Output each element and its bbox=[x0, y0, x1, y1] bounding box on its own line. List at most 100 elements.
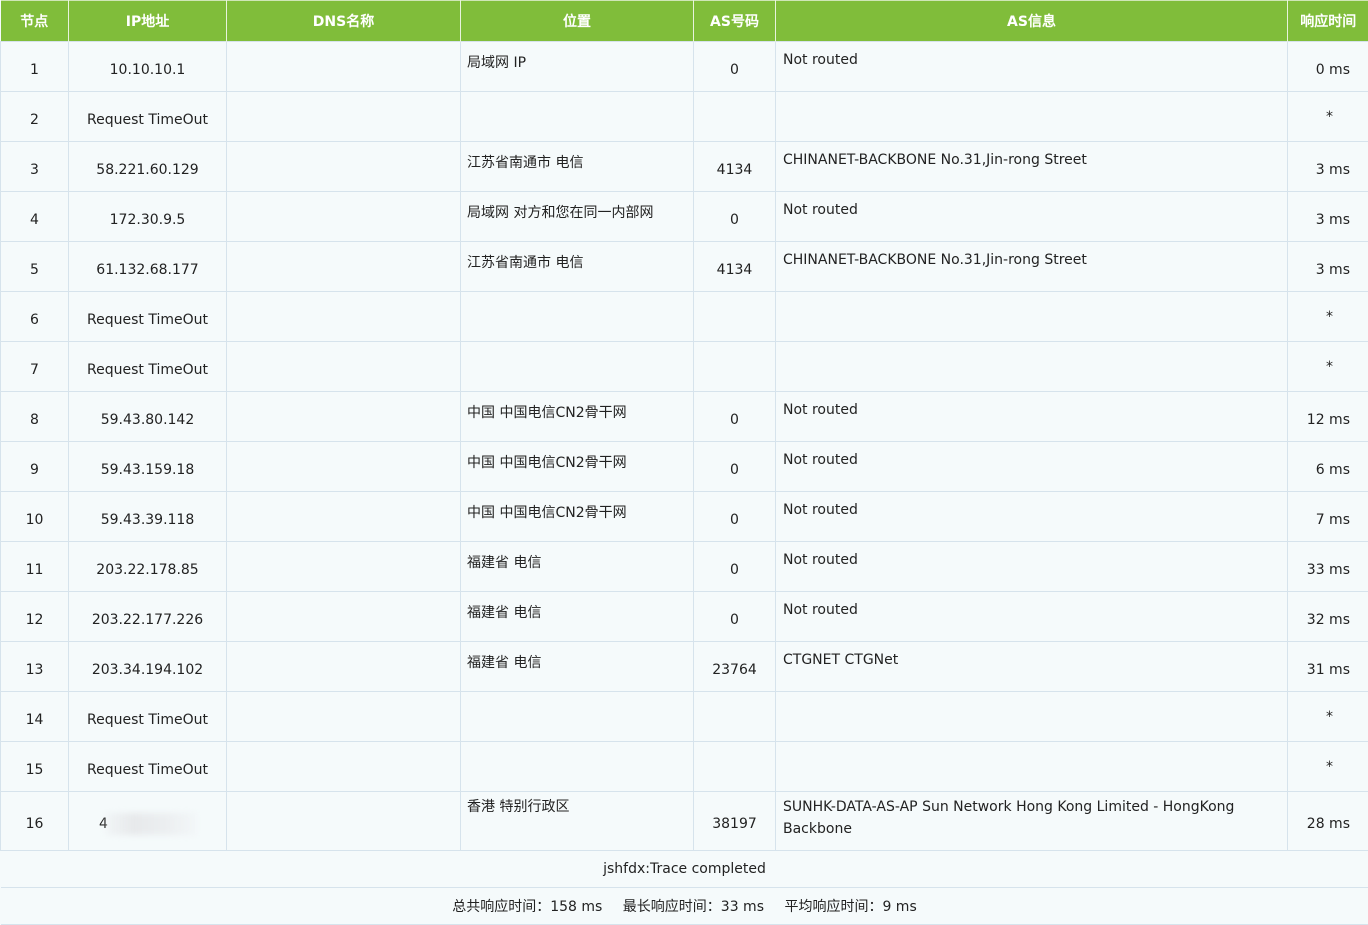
table-row: 12203.22.177.226福建省 电信0Not routed32 ms bbox=[1, 592, 1368, 642]
cell-location: 江苏省南通市 电信 bbox=[461, 142, 694, 192]
cell-dns bbox=[227, 542, 461, 592]
header-hop: 节点 bbox=[1, 1, 69, 42]
cell-location bbox=[461, 742, 694, 792]
cell-dns bbox=[227, 642, 461, 692]
cell-asn: 4134 bbox=[694, 242, 776, 292]
cell-ip: Request TimeOut bbox=[69, 342, 227, 392]
cell-asn: 0 bbox=[694, 542, 776, 592]
cell-dns bbox=[227, 342, 461, 392]
cell-location: 香港 特别行政区 bbox=[461, 792, 694, 851]
cell-asn: 0 bbox=[694, 392, 776, 442]
cell-dns bbox=[227, 692, 461, 742]
cell-response-time: 6 ms bbox=[1288, 442, 1368, 492]
cell-asinfo bbox=[776, 742, 1288, 792]
cell-asn bbox=[694, 742, 776, 792]
table-row: 561.132.68.177江苏省南通市 电信4134CHINANET-BACK… bbox=[1, 242, 1368, 292]
cell-hop: 16 bbox=[1, 792, 69, 851]
cell-ip: 10.10.10.1 bbox=[69, 42, 227, 92]
cell-asinfo: SUNHK-DATA-AS-AP Sun Network Hong Kong L… bbox=[776, 792, 1288, 851]
cell-dns bbox=[227, 492, 461, 542]
cell-ip: 58.221.60.129 bbox=[69, 142, 227, 192]
cell-hop: 14 bbox=[1, 692, 69, 742]
summary: 总共响应时间：158 ms 最长响应时间：33 ms 平均响应时间：9 ms bbox=[1, 888, 1368, 925]
cell-hop: 7 bbox=[1, 342, 69, 392]
cell-hop: 5 bbox=[1, 242, 69, 292]
cell-asinfo: Not routed bbox=[776, 392, 1288, 442]
cell-location: 局域网 IP bbox=[461, 42, 694, 92]
cell-asn: 0 bbox=[694, 192, 776, 242]
cell-ip: 61.132.68.177 bbox=[69, 242, 227, 292]
cell-dns bbox=[227, 442, 461, 492]
header-response-time: 响应时间 bbox=[1288, 1, 1368, 42]
cell-response-time: 32 ms bbox=[1288, 592, 1368, 642]
cell-location: 中国 中国电信CN2骨干网 bbox=[461, 442, 694, 492]
cell-hop: 2 bbox=[1, 92, 69, 142]
cell-ip: 203.22.178.85 bbox=[69, 542, 227, 592]
traceroute-table: 节点 IP地址 DNS名称 位置 AS号码 AS信息 响应时间 110.10.1… bbox=[0, 0, 1368, 925]
cell-location: 中国 中国电信CN2骨干网 bbox=[461, 392, 694, 442]
cell-asinfo: Not routed bbox=[776, 542, 1288, 592]
cell-location bbox=[461, 342, 694, 392]
cell-hop: 15 bbox=[1, 742, 69, 792]
table-row: 2Request TimeOut* bbox=[1, 92, 1368, 142]
cell-response-time: 31 ms bbox=[1288, 642, 1368, 692]
cell-asinfo: CHINANET-BACKBONE No.31,Jin-rong Street bbox=[776, 142, 1288, 192]
cell-location bbox=[461, 292, 694, 342]
redaction-blur bbox=[106, 813, 196, 835]
trace-status: jshfdx:Trace completed bbox=[1, 851, 1368, 888]
cell-response-time: 12 ms bbox=[1288, 392, 1368, 442]
cell-location: 福建省 电信 bbox=[461, 542, 694, 592]
cell-dns bbox=[227, 42, 461, 92]
table-row: 164香港 特别行政区38197SUNHK-DATA-AS-AP Sun Net… bbox=[1, 792, 1368, 851]
cell-dns bbox=[227, 592, 461, 642]
cell-location: 福建省 电信 bbox=[461, 642, 694, 692]
cell-dns bbox=[227, 192, 461, 242]
cell-ip: Request TimeOut bbox=[69, 292, 227, 342]
cell-asinfo bbox=[776, 342, 1288, 392]
table-row: 959.43.159.18中国 中国电信CN2骨干网0Not routed6 m… bbox=[1, 442, 1368, 492]
table-row: 859.43.80.142中国 中国电信CN2骨干网0Not routed12 … bbox=[1, 392, 1368, 442]
cell-dns bbox=[227, 92, 461, 142]
cell-asinfo bbox=[776, 92, 1288, 142]
cell-asinfo: Not routed bbox=[776, 442, 1288, 492]
cell-asn: 0 bbox=[694, 442, 776, 492]
cell-asinfo: Not routed bbox=[776, 492, 1288, 542]
cell-location bbox=[461, 692, 694, 742]
cell-asn bbox=[694, 692, 776, 742]
cell-ip: 203.34.194.102 bbox=[69, 642, 227, 692]
header-ip: IP地址 bbox=[69, 1, 227, 42]
avg-time: 平均响应时间：9 ms bbox=[784, 899, 916, 915]
cell-asinfo: Not routed bbox=[776, 42, 1288, 92]
table-row: 6Request TimeOut * bbox=[1, 292, 1368, 342]
cell-response-time: * bbox=[1288, 292, 1368, 342]
cell-response-time: 3 ms bbox=[1288, 242, 1368, 292]
cell-ip: 4 bbox=[69, 792, 227, 851]
cell-response-time: * bbox=[1288, 692, 1368, 742]
header-asinfo: AS信息 bbox=[776, 1, 1288, 42]
cell-asn bbox=[694, 292, 776, 342]
cell-response-time: 0 ms bbox=[1288, 42, 1368, 92]
header-location: 位置 bbox=[461, 1, 694, 42]
cell-asinfo: Not routed bbox=[776, 192, 1288, 242]
cell-asinfo: Not routed bbox=[776, 592, 1288, 642]
cell-asn: 0 bbox=[694, 592, 776, 642]
cell-hop: 6 bbox=[1, 292, 69, 342]
cell-ip: Request TimeOut bbox=[69, 742, 227, 792]
cell-response-time: 33 ms bbox=[1288, 542, 1368, 592]
cell-asinfo bbox=[776, 692, 1288, 742]
cell-dns bbox=[227, 142, 461, 192]
cell-response-time: 3 ms bbox=[1288, 142, 1368, 192]
cell-ip: Request TimeOut bbox=[69, 92, 227, 142]
cell-ip: 59.43.159.18 bbox=[69, 442, 227, 492]
header-dns: DNS名称 bbox=[227, 1, 461, 42]
cell-hop: 1 bbox=[1, 42, 69, 92]
cell-response-time: 3 ms bbox=[1288, 192, 1368, 242]
cell-ip: 203.22.177.226 bbox=[69, 592, 227, 642]
cell-ip: 172.30.9.5 bbox=[69, 192, 227, 242]
table-header-row: 节点 IP地址 DNS名称 位置 AS号码 AS信息 响应时间 bbox=[1, 1, 1368, 42]
cell-location: 中国 中国电信CN2骨干网 bbox=[461, 492, 694, 542]
cell-dns bbox=[227, 292, 461, 342]
cell-hop: 10 bbox=[1, 492, 69, 542]
cell-hop: 13 bbox=[1, 642, 69, 692]
cell-location bbox=[461, 92, 694, 142]
